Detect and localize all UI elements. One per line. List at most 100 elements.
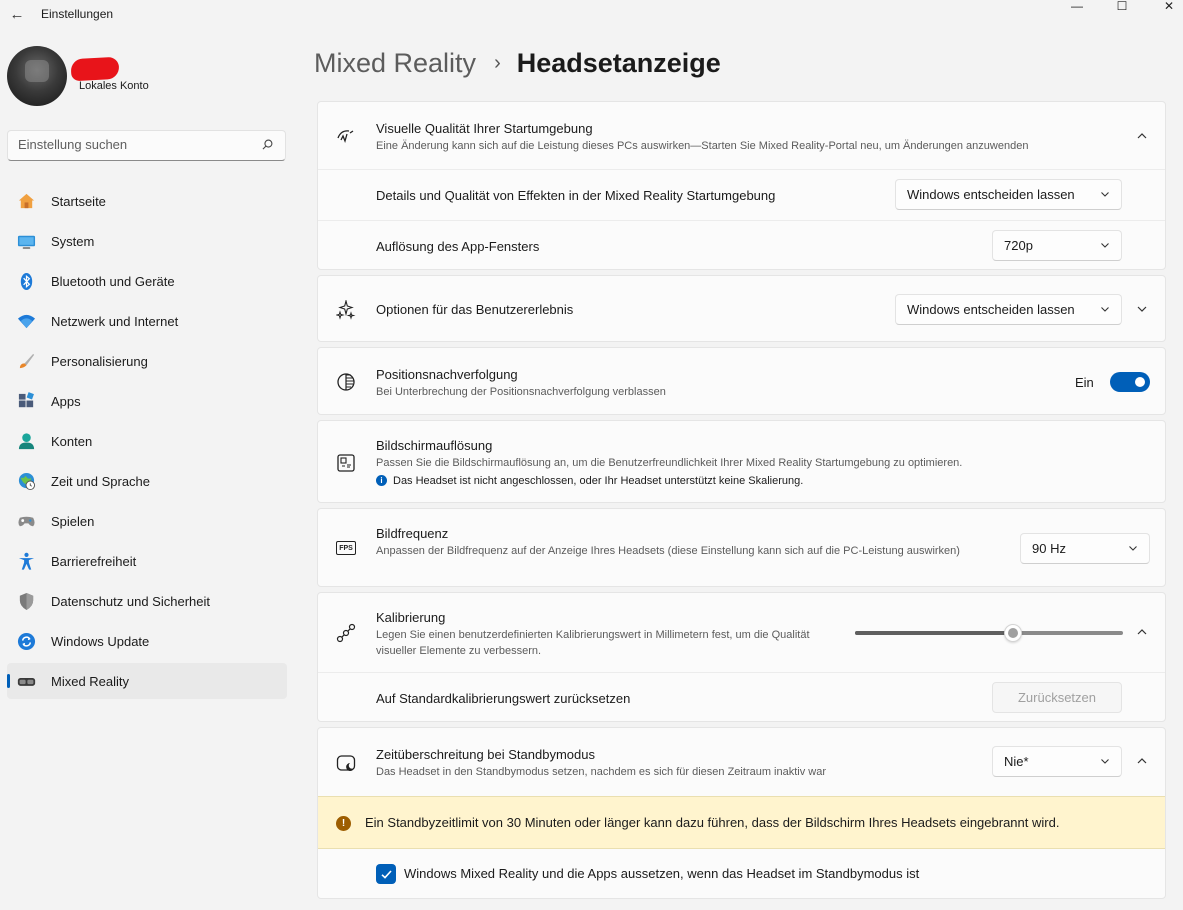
visual-quality-header[interactable]: Visuelle Qualität Ihrer Startumgebung Ei… (318, 102, 1165, 169)
sidebar-item-zeit-und-sprache[interactable]: Zeit und Sprache (7, 463, 287, 499)
gamepad-icon (17, 512, 36, 531)
sidebar-item-spielen[interactable]: Spielen (7, 503, 287, 539)
standby-title: Zeitüberschreitung bei Standbymodus (376, 747, 595, 762)
sparkle-icon (336, 300, 356, 320)
user-experience-dropdown[interactable]: Windows entscheiden lassen (895, 294, 1122, 325)
effects-quality-row: Details und Qualität von Effekten in der… (318, 170, 1165, 220)
user-experience-card[interactable]: Optionen für das Benutzererlebnis Window… (317, 275, 1166, 342)
standby-moon-icon (336, 753, 356, 773)
calibration-header[interactable]: Kalibrierung Legen Sie einen benutzerdef… (318, 593, 1165, 672)
chevron-down-icon (1101, 307, 1109, 312)
sidebar-item-label: Bluetooth und Geräte (51, 274, 175, 289)
account-icon (17, 432, 36, 451)
sidebar-item-barrierefreiheit[interactable]: Barrierefreiheit (7, 543, 287, 579)
display-resolution-card: Bildschirmauflösung Passen Sie die Bilds… (317, 420, 1166, 503)
warning-icon: ! (336, 816, 351, 831)
display-resolution-description: Passen Sie die Bildschirmauflösung an, u… (376, 457, 963, 469)
maximize-button[interactable]: ☐ (1099, 0, 1145, 13)
sidebar-item-label: System (51, 234, 95, 249)
dropdown-value: 90 Hz (1032, 541, 1066, 556)
display-resolution-info: Das Headset ist nicht angeschlossen, ode… (393, 475, 804, 487)
burn-in-warning-bar: ! Ein Standbyzeitlimit von 30 Minuten od… (318, 796, 1165, 849)
accessibility-icon (17, 552, 36, 571)
search-input[interactable] (18, 137, 248, 152)
sidebar-item-windows-update[interactable]: Windows Update (7, 623, 287, 659)
sidebar-item-label: Spielen (51, 514, 95, 529)
sidebar-item-label: Mixed Reality (51, 674, 130, 689)
sidebar-item-mixed-reality[interactable]: Mixed Reality (7, 663, 287, 699)
calibration-reset-label: Auf Standardkalibrierungswert zurücksetz… (376, 691, 631, 706)
expand-chevron-icon[interactable] (1135, 302, 1149, 316)
chevron-up-icon[interactable] (1135, 754, 1149, 768)
close-button[interactable]: ✕ (1146, 0, 1183, 13)
effects-quality-dropdown[interactable]: Windows entscheiden lassen (895, 179, 1122, 210)
frame-rate-title: Bildfrequenz (376, 526, 449, 541)
system-icon (17, 232, 36, 251)
reset-button[interactable]: Zurücksetzen (992, 682, 1122, 713)
sidebar-item-label: Windows Update (51, 634, 150, 649)
maximize-icon: ☐ (1116, 0, 1128, 13)
sidebar-item-konten[interactable]: Konten (7, 423, 287, 459)
standby-timeout-dropdown[interactable]: Nie* (992, 746, 1122, 777)
shield-icon (17, 592, 36, 611)
chevron-down-icon (1101, 243, 1109, 248)
frame-rate-description: Anpassen der Bildfrequenz auf der Anzeig… (376, 545, 960, 557)
calibration-icon (336, 623, 356, 643)
slider-thumb[interactable] (1004, 624, 1022, 642)
window-resolution-dropdown[interactable]: 720p (992, 230, 1122, 261)
title-bar: ← Einstellungen — ☐ ✕ (0, 0, 1183, 28)
fps-icon: FPS (336, 538, 356, 558)
gauge-icon (336, 126, 356, 146)
sidebar-item-startseite[interactable]: Startseite (7, 183, 287, 219)
sidebar-item-netzwerk[interactable]: Netzwerk und Internet (7, 303, 287, 339)
window-resolution-row: Auflösung des App-Fensters 720p (318, 221, 1165, 271)
toggle-knob (1135, 377, 1145, 387)
sidebar-item-bluetooth[interactable]: Bluetooth und Geräte (7, 263, 287, 299)
chevron-down-icon (1101, 192, 1109, 197)
sidebar-item-label: Konten (51, 434, 93, 449)
sidebar-item-label: Barrierefreiheit (51, 554, 137, 569)
slider-fill (855, 631, 1013, 635)
home-icon (17, 192, 36, 211)
visual-quality-title: Visuelle Qualität Ihrer Startumgebung (376, 121, 593, 136)
search-icon[interactable] (262, 139, 273, 150)
dropdown-value: Windows entscheiden lassen (907, 302, 1075, 317)
sidebar-item-personalisierung[interactable]: Personalisierung (7, 343, 287, 379)
burn-in-warning-text: Ein Standbyzeitlimit von 30 Minuten oder… (365, 815, 1060, 830)
display-resolution-title: Bildschirmauflösung (376, 438, 493, 453)
breadcrumb-separator-icon: › (494, 52, 501, 74)
calibration-slider[interactable] (855, 623, 1123, 643)
update-icon (17, 632, 36, 651)
visual-quality-description: Eine Änderung kann sich auf die Leistung… (376, 140, 1029, 152)
minimize-button[interactable]: — (1054, 0, 1100, 13)
chevron-down-icon (1101, 759, 1109, 764)
display-scale-icon (336, 453, 356, 473)
calibration-card: Kalibrierung Legen Sie einen benutzerdef… (317, 592, 1166, 722)
effects-quality-label: Details und Qualität von Effekten in der… (376, 188, 776, 203)
standby-header[interactable]: Zeitüberschreitung bei Standbymodus Das … (318, 728, 1165, 796)
avatar (7, 46, 67, 106)
chevron-up-icon[interactable] (1135, 129, 1149, 143)
sidebar-item-system[interactable]: System (7, 223, 287, 259)
checkmark-icon (380, 869, 392, 879)
breadcrumb-parent-link[interactable]: Mixed Reality (314, 48, 476, 79)
sidebar-item-apps[interactable]: Apps (7, 383, 287, 419)
chevron-down-icon (1129, 546, 1137, 551)
chevron-up-icon[interactable] (1135, 625, 1149, 639)
visual-quality-card: Visuelle Qualität Ihrer Startumgebung Ei… (317, 101, 1166, 270)
close-icon: ✕ (1163, 0, 1175, 13)
sidebar-item-label: Netzwerk und Internet (51, 314, 179, 329)
standby-description: Das Headset in den Standbymodus setzen, … (376, 766, 827, 778)
frame-rate-dropdown[interactable]: 90 Hz (1020, 533, 1150, 564)
calibration-title: Kalibrierung (376, 610, 446, 625)
bluetooth-icon (17, 272, 36, 291)
suspend-checkbox[interactable] (376, 864, 396, 884)
back-button[interactable]: ← (6, 3, 28, 25)
headset-icon (17, 672, 36, 691)
sidebar-item-datenschutz[interactable]: Datenschutz und Sicherheit (7, 583, 287, 619)
sidebar-item-label: Startseite (51, 194, 106, 209)
settings-search-box[interactable] (7, 130, 286, 161)
window-resolution-label: Auflösung des App-Fensters (376, 239, 540, 254)
sidebar-nav: Startseite System Bluetooth und Geräte N… (7, 183, 287, 703)
position-tracking-toggle[interactable] (1110, 372, 1150, 392)
